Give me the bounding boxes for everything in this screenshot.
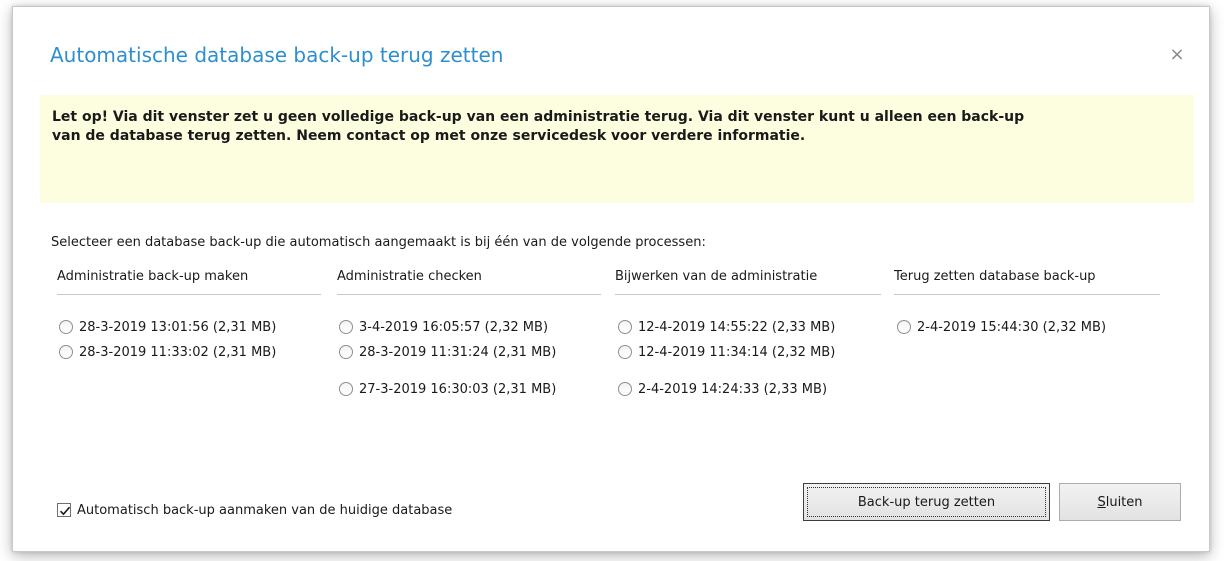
instruction-text: Selecteer een database back-up die autom… — [51, 235, 706, 250]
radio-icon[interactable] — [59, 320, 73, 334]
backup-option[interactable]: 2-4-2019 14:24:33 (2,33 MB) — [618, 378, 884, 400]
radio-icon[interactable] — [339, 320, 353, 334]
screen: Automatische database back-up terug zett… — [0, 0, 1224, 561]
auto-backup-checkbox-row[interactable]: Automatisch back-up aanmaken van de huid… — [57, 500, 452, 520]
radio-icon[interactable] — [339, 345, 353, 359]
auto-backup-label: Automatisch back-up aanmaken van de huid… — [77, 502, 453, 518]
backup-option-label: 28-3-2019 13:01:56 (2,31 MB) — [79, 319, 277, 335]
close-icon[interactable]: × — [1167, 45, 1187, 65]
radio-icon[interactable] — [897, 320, 911, 334]
backup-option-label: 12-4-2019 14:55:22 (2,33 MB) — [638, 319, 836, 335]
backup-option[interactable]: 3-4-2019 16:05:57 (2,32 MB) — [339, 316, 603, 338]
restore-database-dialog: Automatische database back-up terug zett… — [12, 6, 1210, 552]
warning-text: Let op! Via dit venster zet u geen volle… — [52, 109, 1025, 144]
backup-option[interactable]: 28-3-2019 11:33:02 (2,31 MB) — [59, 341, 323, 363]
radio-icon[interactable] — [618, 320, 632, 334]
backup-option[interactable]: 28-3-2019 13:01:56 (2,31 MB) — [59, 316, 323, 338]
warning-panel: Let op! Via dit venster zet u geen volle… — [40, 95, 1194, 203]
checkmark-icon — [59, 506, 71, 516]
backup-option-label: 12-4-2019 11:34:14 (2,32 MB) — [638, 344, 836, 360]
column-header-check: Administratie checken — [337, 269, 601, 295]
backup-option-label: 28-3-2019 11:33:02 (2,31 MB) — [79, 344, 277, 360]
backup-option-label: 28-3-2019 11:31:24 (2,31 MB) — [359, 344, 557, 360]
restore-backup-button[interactable]: Back-up terug zetten — [803, 483, 1050, 521]
column-header-update: Bijwerken van de administratie — [615, 269, 881, 295]
backup-option[interactable]: 12-4-2019 11:34:14 (2,32 MB) — [618, 341, 884, 363]
close-button-label: Sluiten — [1097, 494, 1143, 510]
close-button[interactable]: Sluiten — [1059, 483, 1181, 521]
radio-icon[interactable] — [618, 345, 632, 359]
column-header-restore: Terug zetten database back-up — [894, 269, 1160, 295]
backup-option-label: 3-4-2019 16:05:57 (2,32 MB) — [359, 319, 549, 335]
backup-option-label: 2-4-2019 14:24:33 (2,33 MB) — [638, 381, 828, 397]
auto-backup-checkbox[interactable] — [57, 503, 71, 517]
backup-option-label: 27-3-2019 16:30:03 (2,31 MB) — [359, 381, 557, 397]
backup-option[interactable]: 2-4-2019 15:44:30 (2,32 MB) — [897, 316, 1187, 338]
radio-icon[interactable] — [339, 382, 353, 396]
backup-option-label: 2-4-2019 15:44:30 (2,32 MB) — [917, 319, 1107, 335]
focus-ring — [807, 487, 1046, 517]
backup-option[interactable]: 12-4-2019 14:55:22 (2,33 MB) — [618, 316, 884, 338]
dialog-title: Automatische database back-up terug zett… — [50, 43, 504, 67]
backup-option[interactable]: 27-3-2019 16:30:03 (2,31 MB) — [339, 378, 603, 400]
backup-option[interactable]: 28-3-2019 11:31:24 (2,31 MB) — [339, 341, 603, 363]
radio-icon[interactable] — [59, 345, 73, 359]
column-header-backup: Administratie back-up maken — [57, 269, 321, 295]
radio-icon[interactable] — [618, 382, 632, 396]
